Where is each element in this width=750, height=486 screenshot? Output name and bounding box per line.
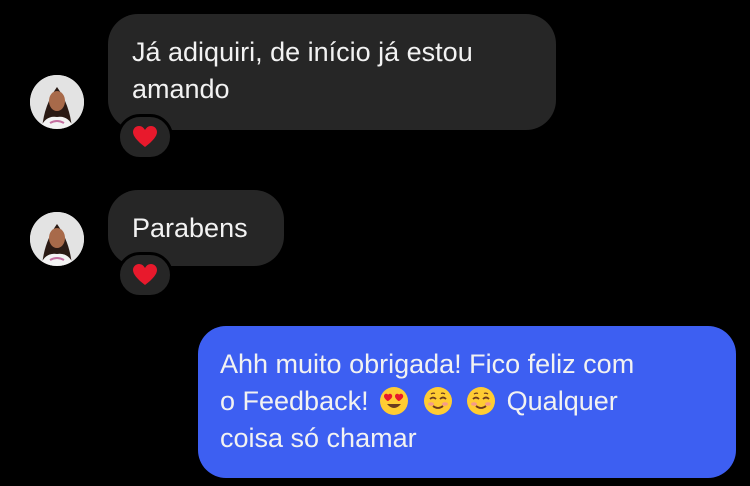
message-bubble-incoming[interactable]: Já adiquiri, de início já estou amando	[108, 14, 556, 130]
message-text: o Feedback!	[220, 386, 369, 416]
message-text: Ahh muito obrigada! Fico feliz com	[220, 349, 635, 379]
message-reaction[interactable]	[117, 252, 173, 298]
message-reaction[interactable]	[117, 114, 173, 160]
message-text-line: o Feedback! Qualquer	[220, 383, 714, 420]
message-text: Qualquer	[506, 386, 618, 416]
message-text: amando	[132, 74, 230, 104]
message-text: Parabens	[132, 213, 248, 243]
sender-avatar[interactable]	[30, 75, 84, 129]
heart-emoji-icon	[133, 264, 157, 285]
message-text: Já adiquiri, de início já estou	[132, 37, 473, 67]
message-text: coisa só chamar	[220, 423, 417, 453]
heart-eyes-emoji-icon	[380, 387, 409, 415]
message-bubble-outgoing[interactable]: Ahh muito obrigada! Fico feliz com o Fee…	[198, 326, 736, 478]
smiling-blush-emoji-icon	[423, 387, 452, 415]
smiling-blush-emoji-icon	[467, 387, 496, 415]
heart-emoji-icon	[133, 126, 157, 147]
sender-avatar[interactable]	[30, 212, 84, 266]
